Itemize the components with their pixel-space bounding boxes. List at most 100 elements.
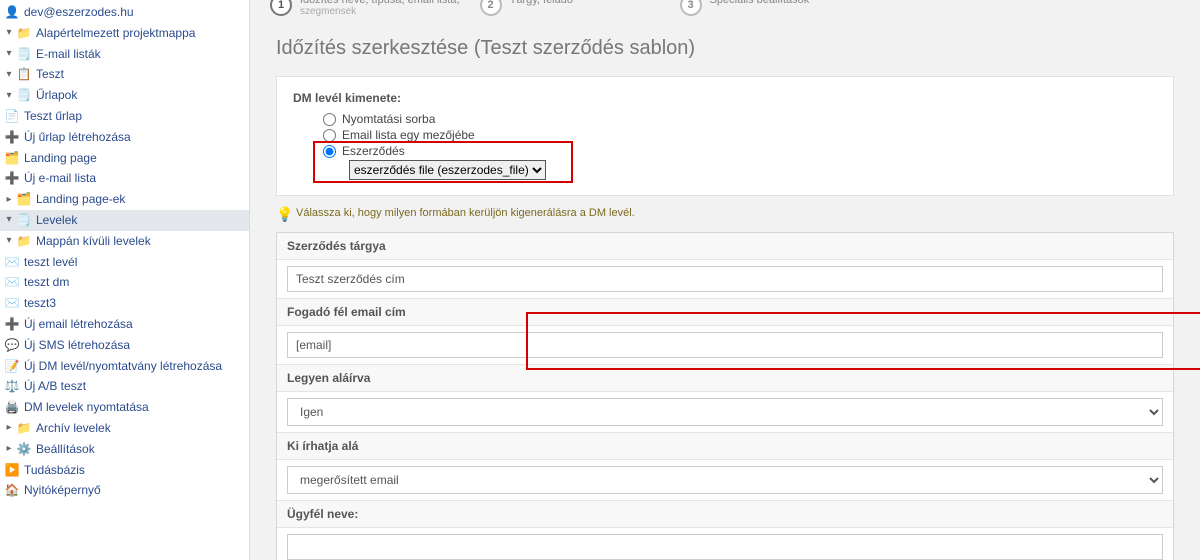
toggle-icon: ▸: [4, 442, 14, 456]
levelek-label: Levelek: [36, 212, 77, 229]
item-teszt-urlap[interactable]: 📄 Teszt űrlap: [0, 106, 249, 127]
item-teszt3[interactable]: ✉️ teszt3: [0, 293, 249, 314]
radio-eszerzodes-input[interactable]: [323, 145, 336, 158]
item-dm-nyomtatasa[interactable]: 🖨️ DM levelek nyomtatása: [0, 397, 249, 418]
folder-urlapok[interactable]: ▾ 🗒️ Űrlapok: [0, 85, 249, 106]
account-node[interactable]: 👤 dev@eszerzodes.hu: [0, 2, 249, 23]
mail-icon: ✉️: [4, 276, 20, 290]
play-icon: ▶️: [4, 463, 20, 477]
teszt-level-label: teszt levél: [24, 254, 77, 271]
radio-print-queue[interactable]: Nyomtatási sorba: [323, 111, 1157, 127]
toggle-icon: ▾: [4, 89, 14, 103]
item-uj-dm[interactable]: 📝 Új DM levél/nyomtatvány létrehozása: [0, 356, 249, 377]
folder-root-label: Alapértelmezett projektmappa: [36, 25, 195, 42]
item-uj-ab[interactable]: ⚖️ Új A/B teszt: [0, 376, 249, 397]
step-circle: 2: [480, 0, 502, 16]
item-uj-email[interactable]: ➕ Új email létrehozása: [0, 314, 249, 335]
teszt3-label: teszt3: [24, 295, 56, 312]
folder-landing-pages[interactable]: ▸ 🗂️ Landing page-ek: [0, 189, 249, 210]
recipient-input[interactable]: [287, 332, 1163, 358]
signed-select[interactable]: Igen: [287, 398, 1163, 426]
uj-ab-label: Új A/B teszt: [24, 378, 86, 395]
toggle-icon: ▾: [4, 234, 14, 248]
step3-line1: Speciális beállítások: [710, 0, 810, 6]
landing-pages-label: Landing page-ek: [36, 191, 125, 208]
new-mail-icon: ➕: [4, 317, 20, 331]
dm-output-label: DM levél kimenete:: [293, 91, 1157, 105]
row-recipient: Fogadó fél email cím: [277, 298, 1173, 364]
teszt-label: Teszt: [36, 66, 64, 83]
uj-sms-label: Új SMS létrehozása: [24, 337, 130, 354]
wizard-step-1[interactable]: 1 Időzítés neve, típusa, email lista, sz…: [270, 0, 460, 17]
wizard-step-3[interactable]: 3 Speciális beállítások: [680, 0, 860, 16]
uj-email-label: Új email létrehozása: [24, 316, 133, 333]
home-icon: 🏠: [4, 484, 20, 498]
teszt-urlap-label: Teszt űrlap: [24, 108, 82, 125]
radio-eszerzodes[interactable]: Eszerződés: [323, 143, 1157, 159]
dm-hint-text: Válassza ki, hogy milyen formában kerülj…: [296, 207, 635, 219]
folder-email-lists[interactable]: ▾ 🗒️ E-mail listák: [0, 44, 249, 65]
folder-icon: 📁: [16, 234, 32, 248]
item-teszt-level[interactable]: ✉️ teszt levél: [0, 252, 249, 273]
step-circle: 1: [270, 0, 292, 16]
toggle-icon: ▾: [4, 26, 14, 40]
item-landing-page[interactable]: 🗂️ Landing page: [0, 148, 249, 169]
row-clientname: Ügyfél neve:: [277, 500, 1173, 560]
signer-select[interactable]: megerősített email: [287, 466, 1163, 494]
item-uj-urlap[interactable]: ➕ Új űrlap létrehozása: [0, 127, 249, 148]
uj-urlap-label: Új űrlap létrehozása: [24, 129, 131, 146]
radio-print-queue-input[interactable]: [323, 113, 336, 126]
subject-input[interactable]: [287, 266, 1163, 292]
mail-icon: ✉️: [4, 297, 20, 311]
mail-icon: ✉️: [4, 255, 20, 269]
item-tudasbazis[interactable]: ▶️ Tudásbázis: [0, 460, 249, 481]
beallitasok-label: Beállítások: [36, 441, 95, 458]
wizard-step-2[interactable]: 2 Tárgy, feladó: [480, 0, 660, 16]
item-uj-email-lista[interactable]: ➕ Új e-mail lista: [0, 168, 249, 189]
contract-form: Szerződés tárgya Fogadó fél email cím Le…: [276, 232, 1174, 560]
tudasbazis-label: Tudásbázis: [24, 462, 85, 479]
step2-line1: Tárgy, feladó: [510, 0, 573, 6]
wizard-steps: 1 Időzítés neve, típusa, email lista, sz…: [250, 0, 1200, 17]
row-signed: Legyen aláírva Igen: [277, 364, 1173, 432]
print-icon: 🖨️: [4, 401, 20, 415]
user-icon: 👤: [4, 5, 20, 19]
account-label: dev@eszerzodes.hu: [24, 4, 134, 21]
archiv-label: Archív levelek: [36, 420, 111, 437]
dm-output-radios: Nyomtatási sorba Email lista egy mezőjéb…: [323, 111, 1157, 181]
clientname-label: Ügyfél neve:: [277, 501, 1173, 528]
item-nyitokepernyo[interactable]: 🏠 Nyitóképernyő: [0, 480, 249, 501]
toggle-icon: ▾: [4, 47, 14, 61]
signed-label: Legyen aláírva: [277, 365, 1173, 392]
item-beallitasok[interactable]: ▸ ⚙️ Beállítások: [0, 439, 249, 460]
item-teszt-dm[interactable]: ✉️ teszt dm: [0, 272, 249, 293]
folder-red-icon: 📋: [16, 68, 32, 82]
mappan-kivuli-label: Mappán kívüli levelek: [36, 233, 151, 250]
ab-test-icon: ⚖️: [4, 380, 20, 394]
folder-icon: 📁: [16, 26, 32, 40]
mails-icon: 🗒️: [16, 213, 32, 227]
item-uj-sms[interactable]: 💬 Új SMS létrehozása: [0, 335, 249, 356]
folder-root[interactable]: ▾ 📁 Alapértelmezett projektmappa: [0, 23, 249, 44]
signer-label: Ki írhatja alá: [277, 433, 1173, 460]
clientname-input[interactable]: [287, 534, 1163, 560]
email-lists-label: E-mail listák: [36, 46, 101, 63]
folder-mappan-kivuli[interactable]: ▾ 📁 Mappán kívüli levelek: [0, 231, 249, 252]
uj-dm-label: Új DM levél/nyomtatvány létrehozása: [24, 358, 222, 375]
folder-archiv[interactable]: ▸ 📁 Archív levelek: [0, 418, 249, 439]
folder-levelek[interactable]: ▾ 🗒️ Levelek: [0, 210, 249, 231]
eszerzodes-file-select[interactable]: eszerződés file (eszerzodes_file): [349, 160, 546, 180]
dm-output-panel: DM levél kimenete: Nyomtatási sorba Emai…: [276, 76, 1174, 196]
toggle-icon: ▾: [4, 213, 14, 227]
dm-icon: 📝: [4, 359, 20, 373]
radio-email-field[interactable]: Email lista egy mezőjébe: [323, 127, 1157, 143]
step-circle: 3: [680, 0, 702, 16]
uj-email-lista-label: Új e-mail lista: [24, 170, 96, 187]
new-list-icon: ➕: [4, 172, 20, 186]
page-title: Időzítés szerkesztése (Teszt szerződés s…: [250, 17, 1200, 76]
row-subject: Szerződés tárgya: [277, 233, 1173, 298]
radio-eszerzodes-label: Eszerződés: [342, 144, 405, 158]
folder-teszt[interactable]: ▾ 📋 Teszt: [0, 64, 249, 85]
subject-label: Szerződés tárgya: [277, 233, 1173, 260]
radio-email-field-input[interactable]: [323, 129, 336, 142]
